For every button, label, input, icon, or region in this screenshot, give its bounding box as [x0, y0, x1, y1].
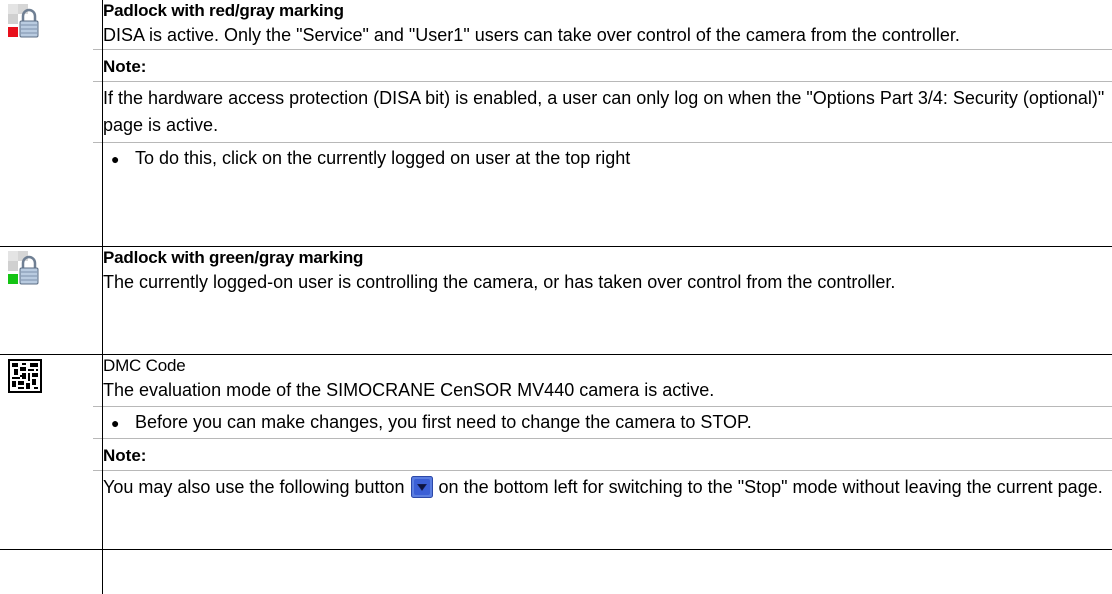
table-row: [0, 549, 1112, 594]
description-cell: [102, 549, 1112, 594]
icon-cell: [0, 354, 103, 550]
row-text: The currently logged-on user is controll…: [103, 272, 896, 292]
note-label: Note:: [103, 57, 147, 76]
bullet-item: ● To do this, click on the currently log…: [103, 143, 1112, 174]
note-text-block: You may also use the following button on …: [93, 470, 1112, 506]
stop-mode-button[interactable]: [410, 476, 433, 506]
note-heading-block: Note:: [93, 49, 1112, 81]
note-label: Note:: [103, 446, 147, 465]
note-text: You may also use the following button on …: [103, 471, 1112, 506]
description-cell: DMC Code The evaluation mode of the SIMO…: [93, 354, 1112, 550]
row-title: Padlock with red/gray marking: [103, 1, 344, 20]
table-row: Padlock with green/gray marking The curr…: [0, 246, 1112, 355]
table-row: Padlock with red/gray marking DISA is ac…: [0, 0, 1112, 247]
icon-cell: [0, 246, 103, 355]
row-text: DISA is active. Only the "Service" and "…: [103, 25, 960, 45]
note-text-block: If the hardware access protection (DISA …: [93, 81, 1112, 142]
padlock-red-gray-icon: [8, 4, 39, 38]
note-text-after: on the bottom left for switching to the …: [438, 477, 1103, 497]
description-cell: Padlock with green/gray marking The curr…: [102, 246, 1112, 355]
bullet-dot-icon: ●: [111, 415, 120, 431]
row-title: Padlock with green/gray marking: [103, 248, 364, 267]
dmc-code-icon: [8, 359, 42, 393]
icon-cell: [0, 0, 103, 247]
note-text-before: You may also use the following button: [103, 477, 405, 497]
padlock-green-gray-icon: [8, 251, 39, 285]
row-text: The evaluation mode of the SIMOCRANE Cen…: [103, 380, 715, 400]
bullet-block: ● To do this, click on the currently log…: [93, 142, 1112, 174]
table-row: DMC Code The evaluation mode of the SIMO…: [0, 354, 1112, 550]
icon-cell: [0, 549, 103, 594]
description-cell: Padlock with red/gray marking DISA is ac…: [93, 0, 1112, 247]
stop-button-icon: [410, 476, 433, 498]
bullet-text: To do this, click on the currently logge…: [135, 148, 631, 168]
row-title: DMC Code: [103, 356, 186, 375]
bullet-dot-icon: ●: [111, 151, 120, 167]
bullet-text: Before you can make changes, you first n…: [135, 412, 752, 432]
bullet-item: ● Before you can make changes, you first…: [103, 407, 1112, 438]
note-text: If the hardware access protection (DISA …: [103, 88, 1105, 135]
legend-table: Padlock with red/gray marking DISA is ac…: [0, 0, 1112, 594]
bullet-block: ● Before you can make changes, you first…: [93, 406, 1112, 438]
note-heading-block: Note:: [93, 438, 1112, 470]
